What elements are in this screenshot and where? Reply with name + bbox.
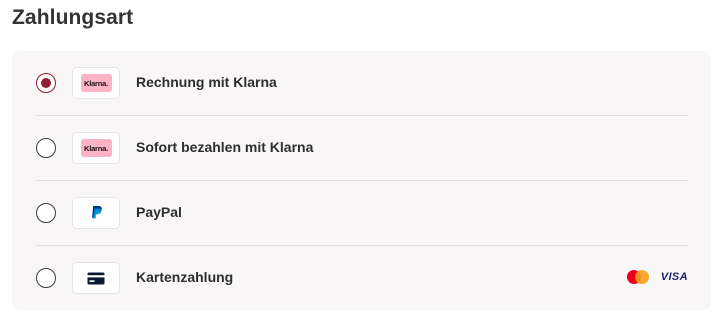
klarna-badge: Klarna. [80, 74, 112, 92]
radio-paypal[interactable] [36, 203, 56, 223]
radio-klarna-invoice[interactable] [36, 73, 56, 93]
card-brand-icons: VISA [626, 270, 688, 284]
credit-card-icon [72, 262, 120, 294]
option-label-klarna-invoice: Rechnung mit Klarna [136, 74, 277, 90]
option-label-paypal: PayPal [136, 204, 182, 220]
payment-method-title: Zahlungsart [12, 6, 134, 29]
radio-card[interactable] [36, 268, 56, 288]
payment-option-card[interactable]: Kartenzahlung VISA [36, 246, 688, 311]
payment-option-klarna-sofort[interactable]: Klarna. Sofort bezahlen mit Klarna [36, 116, 688, 181]
klarna-badge: Klarna. [80, 139, 112, 157]
klarna-logo: Klarna. [72, 132, 120, 164]
mastercard-icon [626, 270, 649, 284]
klarna-logo: Klarna. [72, 67, 120, 99]
paypal-icon [72, 197, 120, 229]
visa-icon: VISA [660, 271, 688, 283]
option-label-card: Kartenzahlung [136, 269, 234, 285]
payment-options-panel: Klarna. Rechnung mit Klarna Klarna. Sofo… [12, 51, 711, 310]
payment-option-paypal[interactable]: PayPal [36, 181, 688, 246]
payment-option-klarna-invoice[interactable]: Klarna. Rechnung mit Klarna [36, 51, 688, 116]
option-label-klarna-sofort: Sofort bezahlen mit Klarna [136, 139, 314, 155]
radio-klarna-sofort[interactable] [36, 138, 56, 158]
